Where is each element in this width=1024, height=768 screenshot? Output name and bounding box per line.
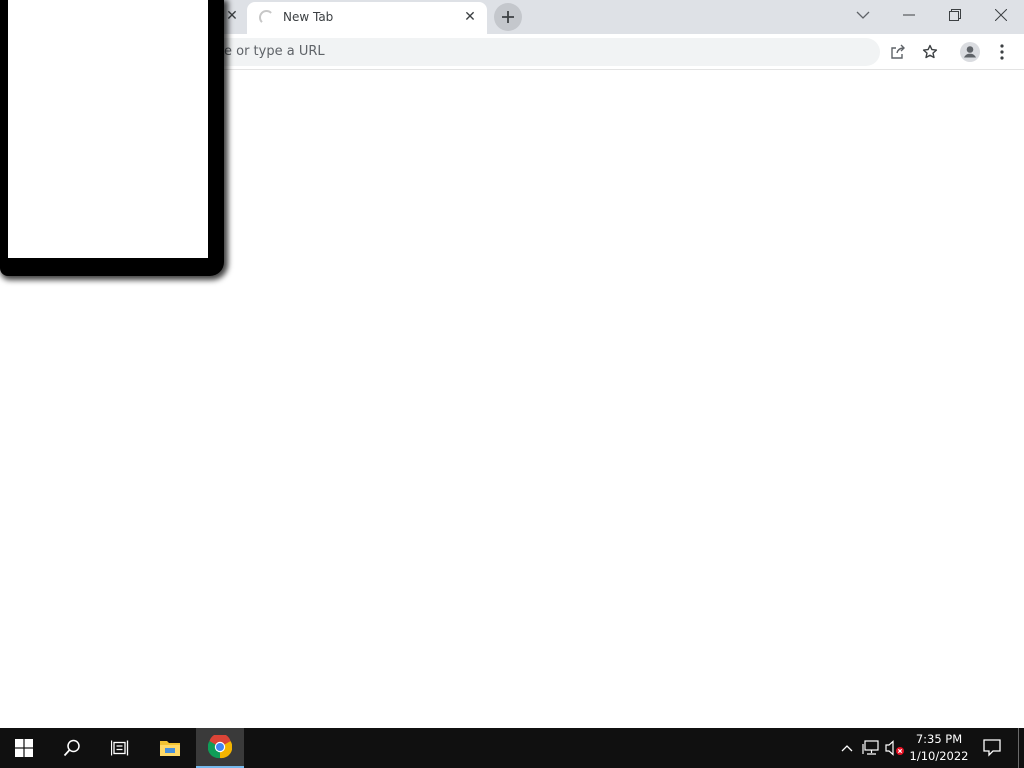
network-button[interactable] <box>860 728 882 768</box>
folder-icon <box>160 741 180 756</box>
tab-title: New Tab <box>283 10 334 24</box>
chevron-up-icon <box>841 745 853 752</box>
network-icon <box>862 740 879 755</box>
restore-button[interactable] <box>932 0 978 30</box>
show-desktop-divider <box>1018 728 1019 768</box>
chrome-icon <box>208 735 232 759</box>
search-icon <box>63 739 80 757</box>
loading-spinner-icon <box>259 10 274 25</box>
chrome-taskbar-button[interactable] <box>196 728 244 768</box>
task-view-icon <box>111 740 129 756</box>
share-button[interactable] <box>884 38 912 66</box>
taskbar-clock[interactable]: 7:35 PM 1/10/2022 <box>905 731 973 765</box>
tab-new-tab[interactable]: New Tab ✕ <box>247 2 487 34</box>
new-tab-button[interactable] <box>494 3 522 31</box>
bookmark-button[interactable] <box>916 38 944 66</box>
avatar-icon <box>960 42 980 62</box>
overlay-window-content <box>8 0 208 258</box>
plus-icon <box>502 11 514 23</box>
close-icon <box>995 9 1007 21</box>
taskbar: 7:35 PM 1/10/2022 <box>0 728 1024 768</box>
tab-close-button[interactable]: ✕ <box>461 8 479 26</box>
action-center-button[interactable] <box>980 728 1004 768</box>
minimize-icon <box>903 14 915 16</box>
show-hidden-icons-button[interactable] <box>836 728 858 768</box>
clock-time: 7:35 PM <box>915 732 963 746</box>
volume-button[interactable] <box>884 728 906 768</box>
clock-date: 1/10/2022 <box>909 749 969 763</box>
minimize-button[interactable] <box>886 0 932 30</box>
notification-icon <box>983 739 1001 757</box>
overlay-window[interactable] <box>0 0 224 276</box>
file-explorer-button[interactable] <box>146 728 194 768</box>
start-button[interactable] <box>0 728 48 768</box>
address-bar[interactable]: e or type a URL <box>120 38 880 66</box>
star-icon <box>922 44 938 59</box>
close-window-button[interactable] <box>978 0 1024 30</box>
desktop-screen: ✕ New Tab ✕ e or type a URL 7:35 PM 1/10… <box>0 0 1024 768</box>
search-button[interactable] <box>48 728 96 768</box>
share-icon <box>891 44 905 59</box>
volume-muted-icon <box>885 740 904 756</box>
chevron-down-icon <box>856 11 870 19</box>
menu-button[interactable] <box>988 38 1016 66</box>
tab-search-button[interactable] <box>840 0 886 30</box>
more-vert-icon <box>1000 44 1004 60</box>
restore-icon <box>949 9 961 21</box>
previous-tab-close-button[interactable]: ✕ <box>222 6 242 26</box>
profile-button[interactable] <box>956 38 984 66</box>
windows-logo-icon <box>15 739 33 757</box>
task-view-button[interactable] <box>96 728 144 768</box>
address-bar-placeholder: e or type a URL <box>224 44 325 59</box>
